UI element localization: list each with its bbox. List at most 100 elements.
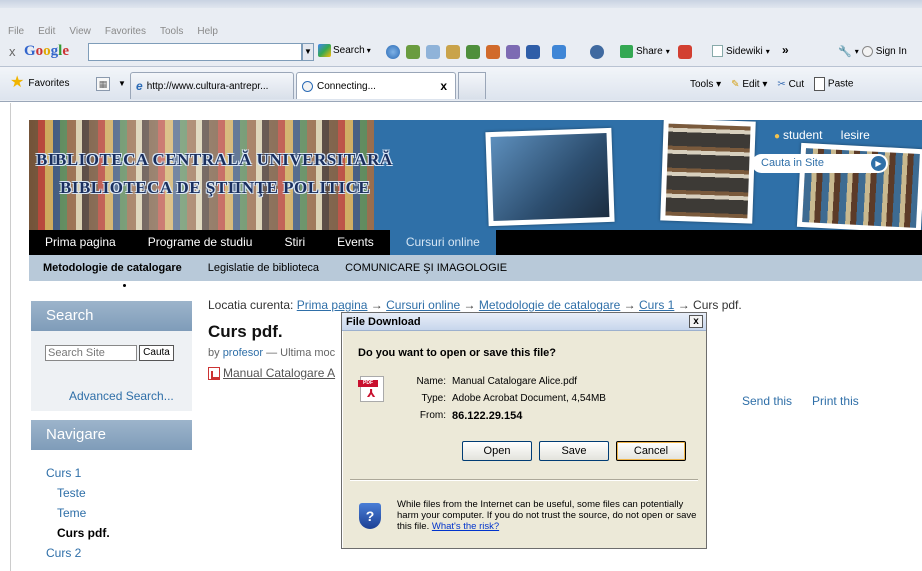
tab-connecting[interactable]: Connecting... x (296, 72, 456, 99)
site-title-line1: BIBLIOTECA CENTRALĂ UNIVERSITARĂ (36, 150, 393, 169)
home-icon[interactable] (446, 45, 460, 59)
menu-help[interactable]: Help (197, 26, 218, 37)
breadcrumb-curs-1[interactable]: Curs 1 (639, 298, 674, 312)
gadget-icon[interactable] (466, 45, 480, 59)
google-search-dropdown[interactable]: ▼ (302, 43, 314, 61)
chevron-down-icon: ▾ (854, 47, 859, 56)
close-tab-icon[interactable]: x (440, 79, 447, 93)
menu-file[interactable]: File (8, 26, 24, 37)
cut-label: Cut (788, 78, 805, 90)
dialog-title-bar[interactable]: File Download x (342, 313, 706, 331)
site-search-go-icon[interactable]: ▶ (871, 156, 886, 171)
share-label: Share (636, 46, 663, 57)
breadcrumb-metodologie[interactable]: Metodologie de catalogare (479, 298, 620, 312)
nav-events[interactable]: Events (321, 230, 390, 255)
author-link[interactable]: profesor (223, 347, 263, 359)
menu-favorites[interactable]: Favorites (105, 26, 146, 37)
new-tab-button[interactable] (458, 72, 486, 99)
dialog-question: Do you want to open or save this file? (358, 347, 557, 359)
save-button[interactable]: Save (539, 441, 609, 461)
favorites-button[interactable]: ★ Favorites (10, 75, 69, 91)
sidewiki-icon (712, 45, 723, 57)
edit-menu[interactable]: ✎ Edit ▾ (731, 79, 767, 90)
menu-tools[interactable]: Tools (160, 26, 183, 37)
sidebar-item-teste[interactable]: Teste (57, 486, 86, 500)
sidebar-item-curs-pdf[interactable]: Curs pdf. (57, 526, 110, 540)
file-type-value: Adobe Acrobat Document, 4,54MB (452, 393, 606, 404)
send-this-link[interactable]: Send this (742, 394, 792, 408)
file-type-label: Type: (421, 393, 446, 404)
navigation-portlet-title: Navigare (31, 420, 192, 450)
sidebar-search-input[interactable]: Search Site (45, 345, 137, 361)
breadcrumb-cursuri-online[interactable]: Cursuri online (386, 298, 460, 312)
tools-menu[interactable]: Tools ▾ (690, 79, 721, 90)
command-bar: Tools ▾ ✎ Edit ▾ ✂ Cut Paste (690, 77, 853, 91)
share-icon (620, 45, 633, 58)
menu-edit[interactable]: Edit (38, 26, 55, 37)
google-search-input[interactable] (88, 43, 302, 61)
google-search-button[interactable]: Search ▾ (318, 44, 371, 57)
translate-page-icon[interactable] (678, 45, 692, 59)
site-header-banner: BIBLIOTECA CENTRALĂ UNIVERSITARĂ BIBLIOT… (29, 120, 922, 230)
byline-modified: — Ultima moc (266, 347, 336, 359)
books-banner-image (29, 120, 374, 230)
news-icon[interactable] (406, 45, 420, 59)
sidebar-item-curs-1[interactable]: Curs 1 (46, 466, 81, 480)
pdf-file-icon: PDF ⅄ (358, 376, 384, 402)
nav-cursuri-online[interactable]: Cursuri online (389, 230, 496, 255)
more-chevron-icon[interactable]: » (782, 43, 789, 57)
nav-programe-de-studiu[interactable]: Programe de studiu (132, 230, 269, 255)
mouse-cursor-dot (123, 284, 126, 287)
browser-chrome: File Edit View Favorites Tools Help x Go… (0, 0, 922, 102)
breadcrumb-arrow: → (463, 298, 476, 312)
scholar-icon[interactable] (526, 45, 540, 59)
close-icon[interactable]: x (689, 315, 703, 328)
cancel-button[interactable]: Cancel (616, 441, 686, 461)
chevron-down-icon: ▾ (765, 46, 770, 56)
paste-button[interactable]: Paste (814, 77, 853, 91)
paste-label: Paste (827, 78, 854, 90)
wrench-icon[interactable] (590, 45, 604, 59)
google-logo: Google (24, 43, 70, 59)
menu-bar: File Edit View Favorites Tools Help (0, 22, 218, 40)
whats-the-risk-link[interactable]: What's the risk? (432, 521, 499, 532)
tab-list-chevron-icon[interactable]: ▼ (118, 79, 126, 88)
plus-icon[interactable] (552, 45, 566, 59)
translate-icon[interactable] (506, 45, 520, 59)
breadcrumb-prima-pagina[interactable]: Prima pagina (297, 298, 368, 312)
print-this-link[interactable]: Print this (812, 394, 859, 408)
map-icon[interactable] (426, 45, 440, 59)
file-name-value: Manual Catalogare Alice.pdf (452, 376, 578, 387)
menu-view[interactable]: View (69, 26, 91, 37)
blog-icon[interactable] (486, 45, 500, 59)
share-button[interactable]: Share ▾ (620, 45, 670, 58)
subnav-metodologie[interactable]: Metodologie de catalogare (43, 262, 182, 274)
sign-in-button[interactable]: 🔧 ▾ Sign In (838, 45, 907, 58)
main-navigation: Prima pagina Programe de studiu Stiri Ev… (29, 230, 922, 255)
clipboard-icon (814, 77, 826, 91)
search-portlet: Search Site Cauta Advanced Search... (31, 331, 192, 411)
close-toolbar-icon[interactable]: x (9, 44, 16, 59)
dialog-separator (350, 479, 698, 481)
sidewiki-button[interactable]: Sidewiki ▾ (712, 45, 770, 57)
open-button[interactable]: Open (462, 441, 532, 461)
logout-link[interactable]: Iesire (840, 128, 869, 142)
sidebar-search-button[interactable]: Cauta (139, 345, 174, 361)
shelves-photo (660, 120, 756, 224)
subnav-legislatie[interactable]: Legislatie de biblioteca (208, 262, 319, 274)
site-search-input[interactable]: Cauta in Site ▶ (752, 154, 888, 173)
advanced-search-link[interactable]: Advanced Search... (69, 389, 174, 403)
dialog-title: File Download (346, 316, 421, 328)
sidebar-item-teme[interactable]: Teme (57, 506, 86, 520)
nav-stiri[interactable]: Stiri (268, 230, 321, 255)
cut-button[interactable]: ✂ Cut (777, 79, 804, 90)
user-link[interactable]: ● student (774, 128, 822, 142)
globe-icon[interactable] (386, 45, 400, 59)
quick-tabs-icon[interactable]: ▦ (96, 77, 110, 91)
subnav-comunicare[interactable]: COMUNICARE ŞI IMAGOLOGIE (345, 262, 507, 274)
pdf-file-link[interactable]: Manual Catalogare A (208, 366, 335, 380)
sidebar-item-curs-2[interactable]: Curs 2 (46, 546, 81, 560)
document-actions: Send this Print this (742, 394, 859, 408)
nav-prima-pagina[interactable]: Prima pagina (29, 230, 132, 255)
tab-cultura-antrepr[interactable]: e http://www.cultura-antrepr... (130, 72, 294, 99)
